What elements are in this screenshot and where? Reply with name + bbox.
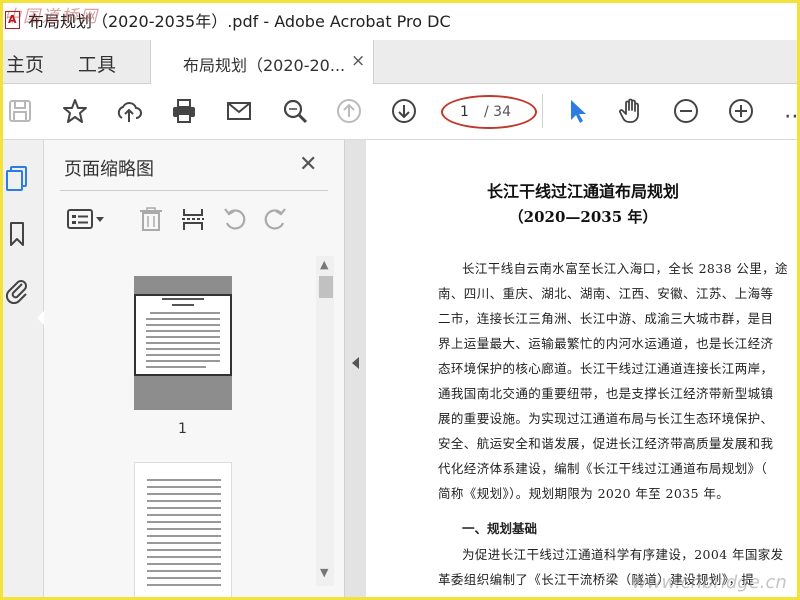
more-icon[interactable]: ⋯ bbox=[784, 104, 800, 129]
document-subtitle: （2020—2035 年） bbox=[508, 208, 658, 226]
page-down-icon[interactable] bbox=[389, 96, 419, 126]
viewport-highlight[interactable] bbox=[134, 294, 232, 376]
doc-line: 简称《规划》）。规划期限为 2020 年至 2035 年。 bbox=[438, 486, 730, 501]
zoom-out-icon[interactable] bbox=[671, 96, 701, 126]
email-icon[interactable] bbox=[224, 96, 254, 126]
tab-home[interactable]: 主页 bbox=[6, 50, 44, 77]
upload-icon[interactable] bbox=[114, 96, 144, 126]
document-title: 长江干线过江通道布局规划 bbox=[486, 182, 679, 201]
toolbar-separator bbox=[542, 94, 543, 128]
tab-bar: 主页 工具 布局规划（2020-20... × bbox=[0, 40, 800, 85]
doc-line: 代化经济体系建设，编制《长江干线过江通道布局规划》（ bbox=[438, 461, 768, 476]
main-toolbar: 1 / 34 bbox=[0, 84, 800, 140]
doc-line: 通我国南北交通的重要纽带，也是支撑长江经济带新型城镇 bbox=[438, 386, 774, 401]
bookmark-star-icon[interactable] bbox=[60, 96, 90, 126]
panel-collapse-handle[interactable] bbox=[344, 140, 366, 600]
page-thumbnail-2[interactable] bbox=[134, 462, 232, 600]
rotate-right-icon[interactable] bbox=[260, 202, 290, 236]
collapse-arrow-icon[interactable] bbox=[352, 357, 359, 369]
doc-line: 长江干线自云南水富至长江入海口，全长 2838 公里，途 bbox=[462, 261, 788, 276]
doc-line: 二市，连接长江三角洲、长江中游、成渝三大城市群，是目 bbox=[438, 311, 774, 326]
scrollbar-thumb[interactable] bbox=[319, 276, 333, 298]
bookmarks-icon[interactable] bbox=[4, 220, 30, 248]
hand-tool-icon[interactable] bbox=[616, 96, 646, 126]
scroll-down-icon[interactable]: ▼ bbox=[320, 566, 328, 579]
doc-line: 展的重要设施。为实现过江通道布局与长江生态环境保护、 bbox=[438, 411, 774, 426]
zoom-in-icon[interactable] bbox=[726, 96, 756, 126]
save-icon[interactable] bbox=[5, 96, 35, 126]
attachments-icon[interactable] bbox=[4, 276, 30, 305]
thumbnails-panel: 页面缩略图 ✕ ▲ ▼ 1 bbox=[44, 140, 344, 600]
section-heading: 一、规划基础 bbox=[462, 521, 538, 536]
scroll-up-icon[interactable]: ▲ bbox=[320, 258, 328, 271]
thumbnail-label-1: 1 bbox=[178, 421, 187, 437]
page-thumbnails-icon[interactable] bbox=[4, 164, 30, 192]
watermark-logo: 中国道桥网 bbox=[4, 7, 99, 27]
tab-document[interactable]: 布局规划（2020-20... × bbox=[150, 40, 374, 85]
panel-title: 页面缩略图 bbox=[64, 159, 154, 180]
select-cursor-icon[interactable] bbox=[562, 96, 592, 126]
doc-line: 安全、航运安全和谐发展，促进长江经济带高质量发展和我 bbox=[438, 436, 774, 451]
zoom-search-icon[interactable] bbox=[280, 96, 310, 126]
panel-divider bbox=[60, 190, 328, 191]
watermark-url: www.cnbridge.cn bbox=[632, 572, 787, 593]
page-total-label: / 34 bbox=[484, 104, 511, 120]
print-icon[interactable] bbox=[169, 96, 199, 126]
delete-page-icon[interactable] bbox=[136, 202, 166, 236]
thumbnail-options-icon[interactable] bbox=[64, 202, 108, 236]
tab-tools[interactable]: 工具 bbox=[78, 50, 116, 77]
title-bar: A 布局规划（2020-2035年）.pdf - Adobe Acrobat P… bbox=[0, 0, 800, 40]
extract-pages-icon[interactable] bbox=[178, 202, 208, 236]
page-up-icon[interactable] bbox=[334, 96, 364, 126]
page-thumbnail-1[interactable] bbox=[134, 276, 232, 410]
tab-close-button[interactable]: × bbox=[351, 51, 365, 71]
thumbnails-scrollbar[interactable] bbox=[316, 256, 334, 586]
panel-close-button[interactable]: ✕ bbox=[299, 152, 317, 177]
page-current-value[interactable]: 1 bbox=[460, 104, 469, 120]
tab-document-label: 布局规划（2020-20... bbox=[183, 56, 346, 75]
doc-line: 为促进长江干线过江通道科学有序建设，2004 年国家发 bbox=[462, 547, 784, 562]
navigation-rail bbox=[0, 140, 45, 600]
rotate-left-icon[interactable] bbox=[220, 202, 250, 236]
doc-line: 界上运量最大、运输最繁忙的内河水运通道，也是长江经济 bbox=[438, 336, 774, 351]
doc-line: 态环境保护的核心廊道。长江干线过江通道连接长江两岸， bbox=[438, 361, 774, 376]
doc-line: 南、四川、重庆、湖北、湖南、江西、安徽、江苏、上海等 bbox=[438, 286, 774, 301]
document-view: 长江干线过江通道布局规划 （2020—2035 年） 长江干线自云南水富至长江入… bbox=[366, 140, 800, 600]
